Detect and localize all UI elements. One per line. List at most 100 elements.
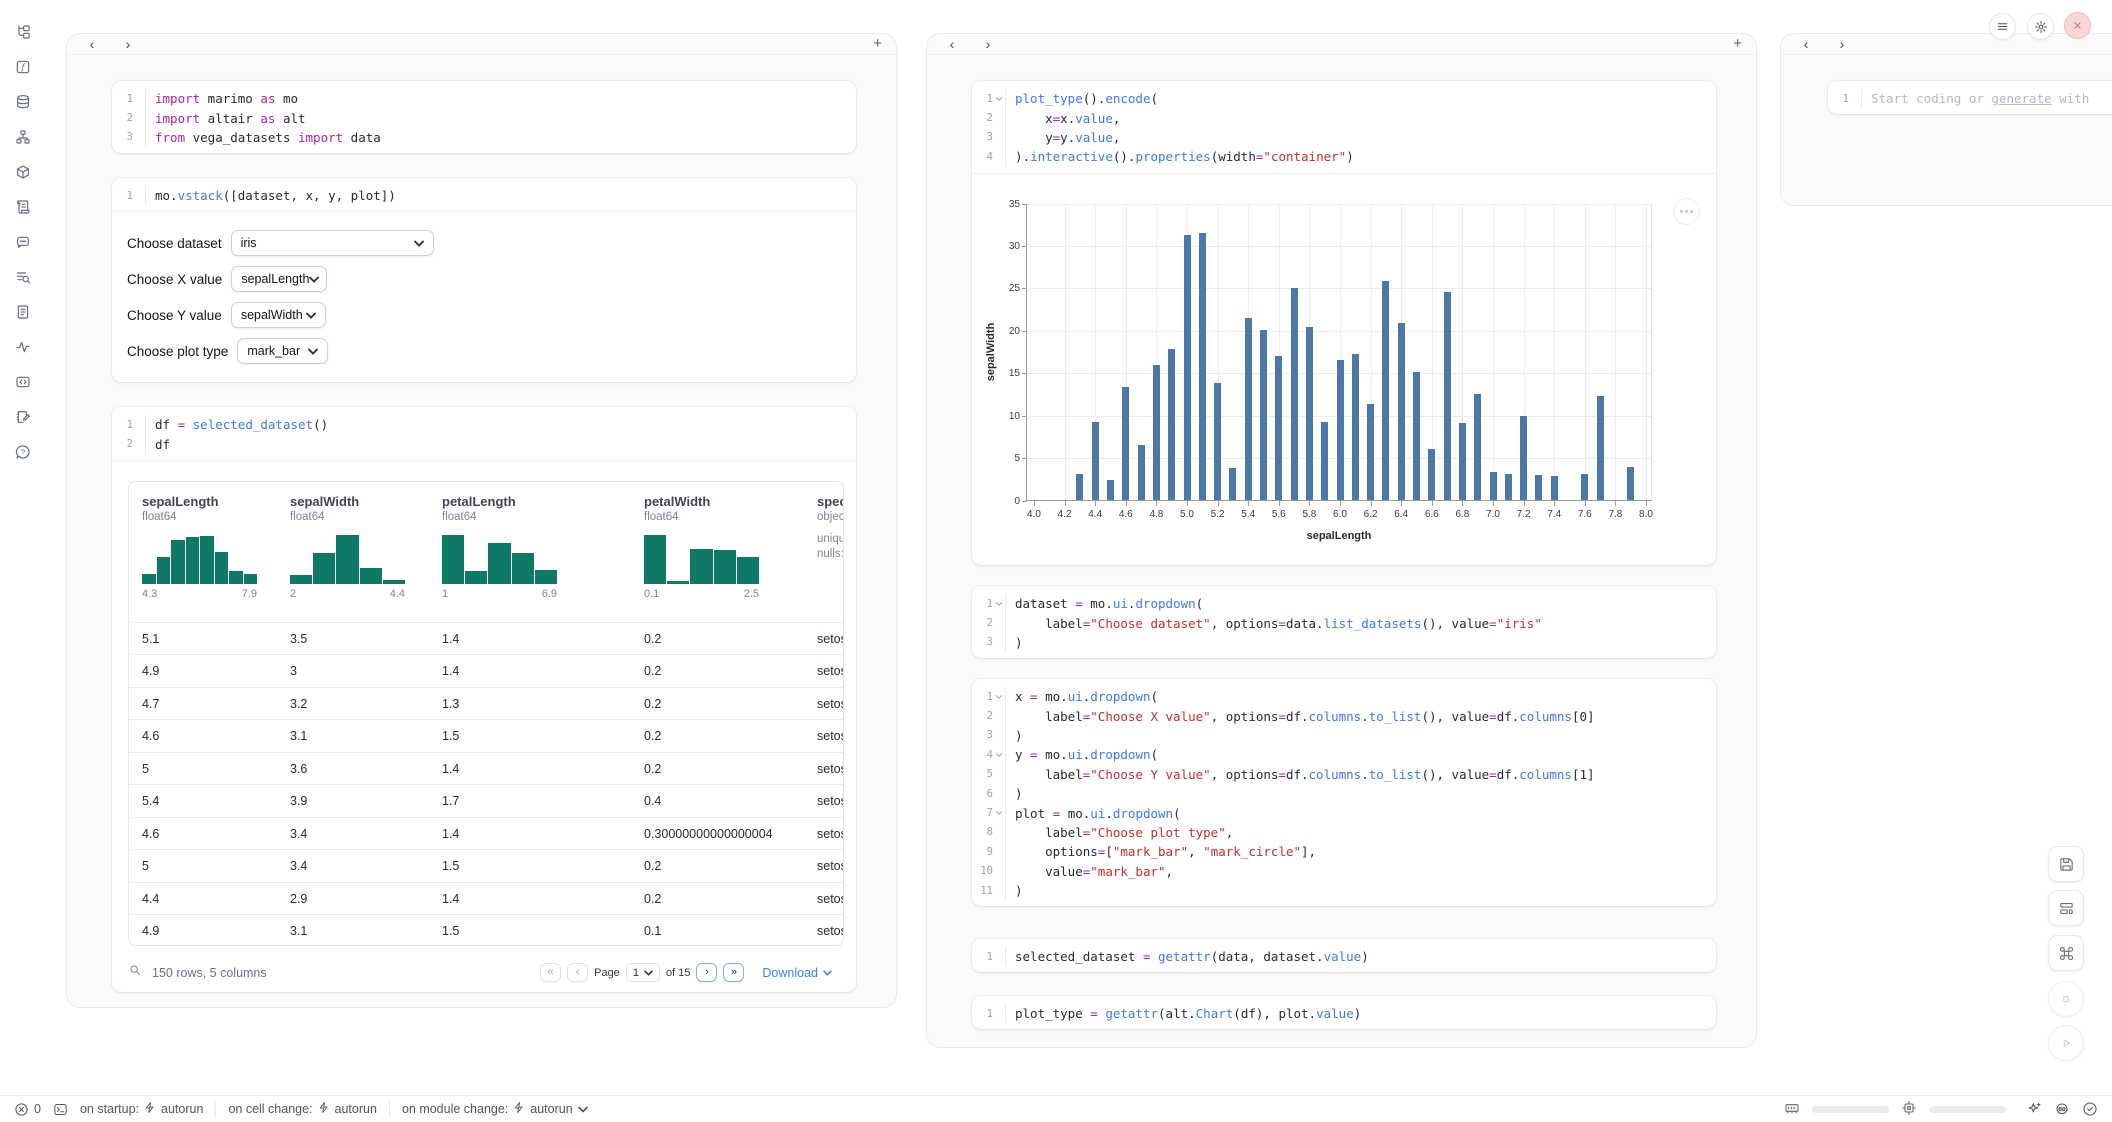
dependency-graph-icon[interactable] [14,129,32,145]
chart-bar [1597,396,1604,500]
dropdown-select-sepalWidth[interactable]: sepalWidth [231,302,326,328]
code-editor[interactable]: 1selected_dataset = getattr(data, datase… [972,939,1716,972]
code-editor[interactable]: 1dataset = mo.ui.dropdown(2 label="Choos… [972,586,1716,658]
documentation-icon[interactable] [14,304,32,320]
table-row[interactable]: 53.61.40.2setosa [129,752,843,785]
table-row[interactable]: 4.63.11.50.2setosa [129,719,843,752]
table-row[interactable]: 4.42.91.40.2setosa [129,882,843,915]
prev-page-button[interactable]: ‹ [567,963,588,982]
stop-kernel-button[interactable] [2048,981,2084,1017]
page-select[interactable]: 1 [626,963,660,982]
code-editor[interactable]: 1plot_type().encode(2 x=x.value,3 y=y.va… [972,81,1716,173]
add-column-button[interactable]: + [1733,37,1742,51]
svg-text:?: ? [21,448,25,457]
error-count-button[interactable]: 0 [14,1102,41,1117]
chart-bar [1352,354,1359,499]
notebook-f-icon[interactable]: f [14,59,32,75]
altair-bar-chart[interactable]: sepalLength sepalWidth 051015202530354.0… [1026,204,1652,501]
line-number: 7 [972,807,993,819]
terminal-button[interactable] [53,1102,68,1117]
column-header-sepalWidth[interactable]: sepalWidthfloat6424.4 [290,494,442,622]
runtime-config-1[interactable]: on startup:autorun [80,1101,203,1117]
generate-with-ai-link[interactable]: generate [1991,91,2051,106]
copilot-button[interactable] [2054,1101,2070,1117]
code-fold-chevron-icon[interactable] [993,95,1005,103]
code-editor[interactable]: 1df = selected_dataset()2df [112,407,856,460]
download-button[interactable]: Download [762,966,832,980]
runtime-status-button[interactable] [2082,1101,2098,1117]
chart-bar [1229,468,1236,499]
chart-bar [1490,472,1497,500]
file-tree-icon[interactable] [14,24,32,40]
search-icon[interactable] [128,963,142,982]
table-row[interactable]: 4.63.41.40.30000000000000004setosa [129,817,843,850]
table-row[interactable]: 5.13.51.40.2setosa [129,622,843,655]
line-number: 3 [112,131,133,143]
column-header-petalLength[interactable]: petalLengthfloat6416.9 [442,494,644,622]
command-palette-button[interactable] [2048,935,2084,971]
dropdown-select-iris[interactable]: iris [231,230,434,256]
column-header-petalWidth[interactable]: petalWidthfloat640.12.5 [644,494,817,622]
first-page-button[interactable]: « [540,963,561,982]
chart-actions-button[interactable] [1673,198,1700,225]
page-label: Page [594,967,620,979]
runtime-config-2[interactable]: on cell change:autorun [228,1101,377,1117]
column-scroll-left-button[interactable]: ‹ [945,37,959,51]
scratchpad-icon[interactable] [14,409,32,425]
chart-bar [1337,360,1344,499]
column-scroll-left-button[interactable]: ‹ [85,37,99,51]
column-scroll-right-button[interactable]: › [121,37,135,51]
chart-bar [1306,327,1313,499]
table-row[interactable]: 5.43.91.70.4setosa [129,784,843,817]
table-row[interactable]: 4.93.11.50.1setosa [129,914,843,946]
notebook-menu-button[interactable] [1989,13,2016,40]
dropdown-select-sepalLength[interactable]: sepalLength [231,266,327,292]
column-2-header: ‹ › + [927,34,1756,55]
dropdown-select-mark_bar[interactable]: mark_bar [237,338,328,364]
table-row[interactable]: 53.41.50.2setosa [129,849,843,882]
run-all-button[interactable] [2048,1025,2084,1061]
code-editor[interactable]: 1x = mo.ui.dropdown(2 label="Choose X va… [972,679,1716,906]
line-number: 6 [972,788,993,800]
layout-toggle-button[interactable] [2048,890,2084,926]
add-column-button[interactable]: + [873,37,882,51]
code-fold-chevron-icon[interactable] [993,809,1005,817]
chart-bar [1627,467,1634,499]
runtime-config-3[interactable]: on module change:autorun [402,1101,588,1117]
line-number: 3 [972,636,993,648]
save-notebook-button[interactable] [2048,846,2084,882]
snippets-icon[interactable] [14,374,32,390]
column-header-species[interactable]: speciesobjectunique:nulls: [817,494,844,622]
chart-bar [1168,349,1175,499]
column-scroll-right-button[interactable]: › [981,37,995,51]
status-bar: 0 on startup:autorun on cell change:autor… [0,1095,2112,1122]
code-fold-chevron-icon[interactable] [993,693,1005,701]
code-editor[interactable]: 1mo.vstack([dataset, x, y, plot]) [112,178,856,211]
help-icon[interactable]: ? [14,444,32,460]
autorun-bolt-icon [144,1101,156,1117]
column-scroll-right-button[interactable]: › [1835,37,1849,51]
code-editor[interactable]: 1plot_type = getattr(alt.Chart(df), plot… [972,996,1716,1029]
chat-bot-icon[interactable] [14,234,32,250]
code-fold-chevron-icon[interactable] [993,600,1005,608]
code-fold-chevron-icon[interactable] [993,751,1005,759]
column-scroll-left-button[interactable]: ‹ [1799,37,1813,51]
scripts-icon[interactable] [14,199,32,215]
table-row[interactable]: 4.73.21.30.2setosa [129,687,843,720]
code-editor[interactable]: 1 Start coding or generate with [1828,81,2112,114]
logs-search-icon[interactable] [14,269,32,285]
packages-icon[interactable] [14,164,32,180]
next-page-button[interactable]: › [696,963,717,982]
autorun-bolt-icon [513,1101,525,1117]
column-header-sepalLength[interactable]: sepalLengthfloat644.37.9 [142,494,290,622]
last-page-button[interactable]: » [723,963,744,982]
code-editor[interactable]: 1import marimo as mo2import altair as al… [112,81,856,153]
table-row[interactable]: 4.931.40.2setosa [129,654,843,687]
datasources-icon[interactable] [14,94,32,110]
shutdown-close-button[interactable] [2064,12,2091,39]
tracing-icon[interactable] [14,339,32,355]
ai-sparkles-button[interactable] [2026,1101,2042,1117]
autorun-bolt-icon [318,1101,330,1117]
settings-gear-button[interactable] [2027,13,2054,40]
page-total: of 15 [666,967,690,979]
